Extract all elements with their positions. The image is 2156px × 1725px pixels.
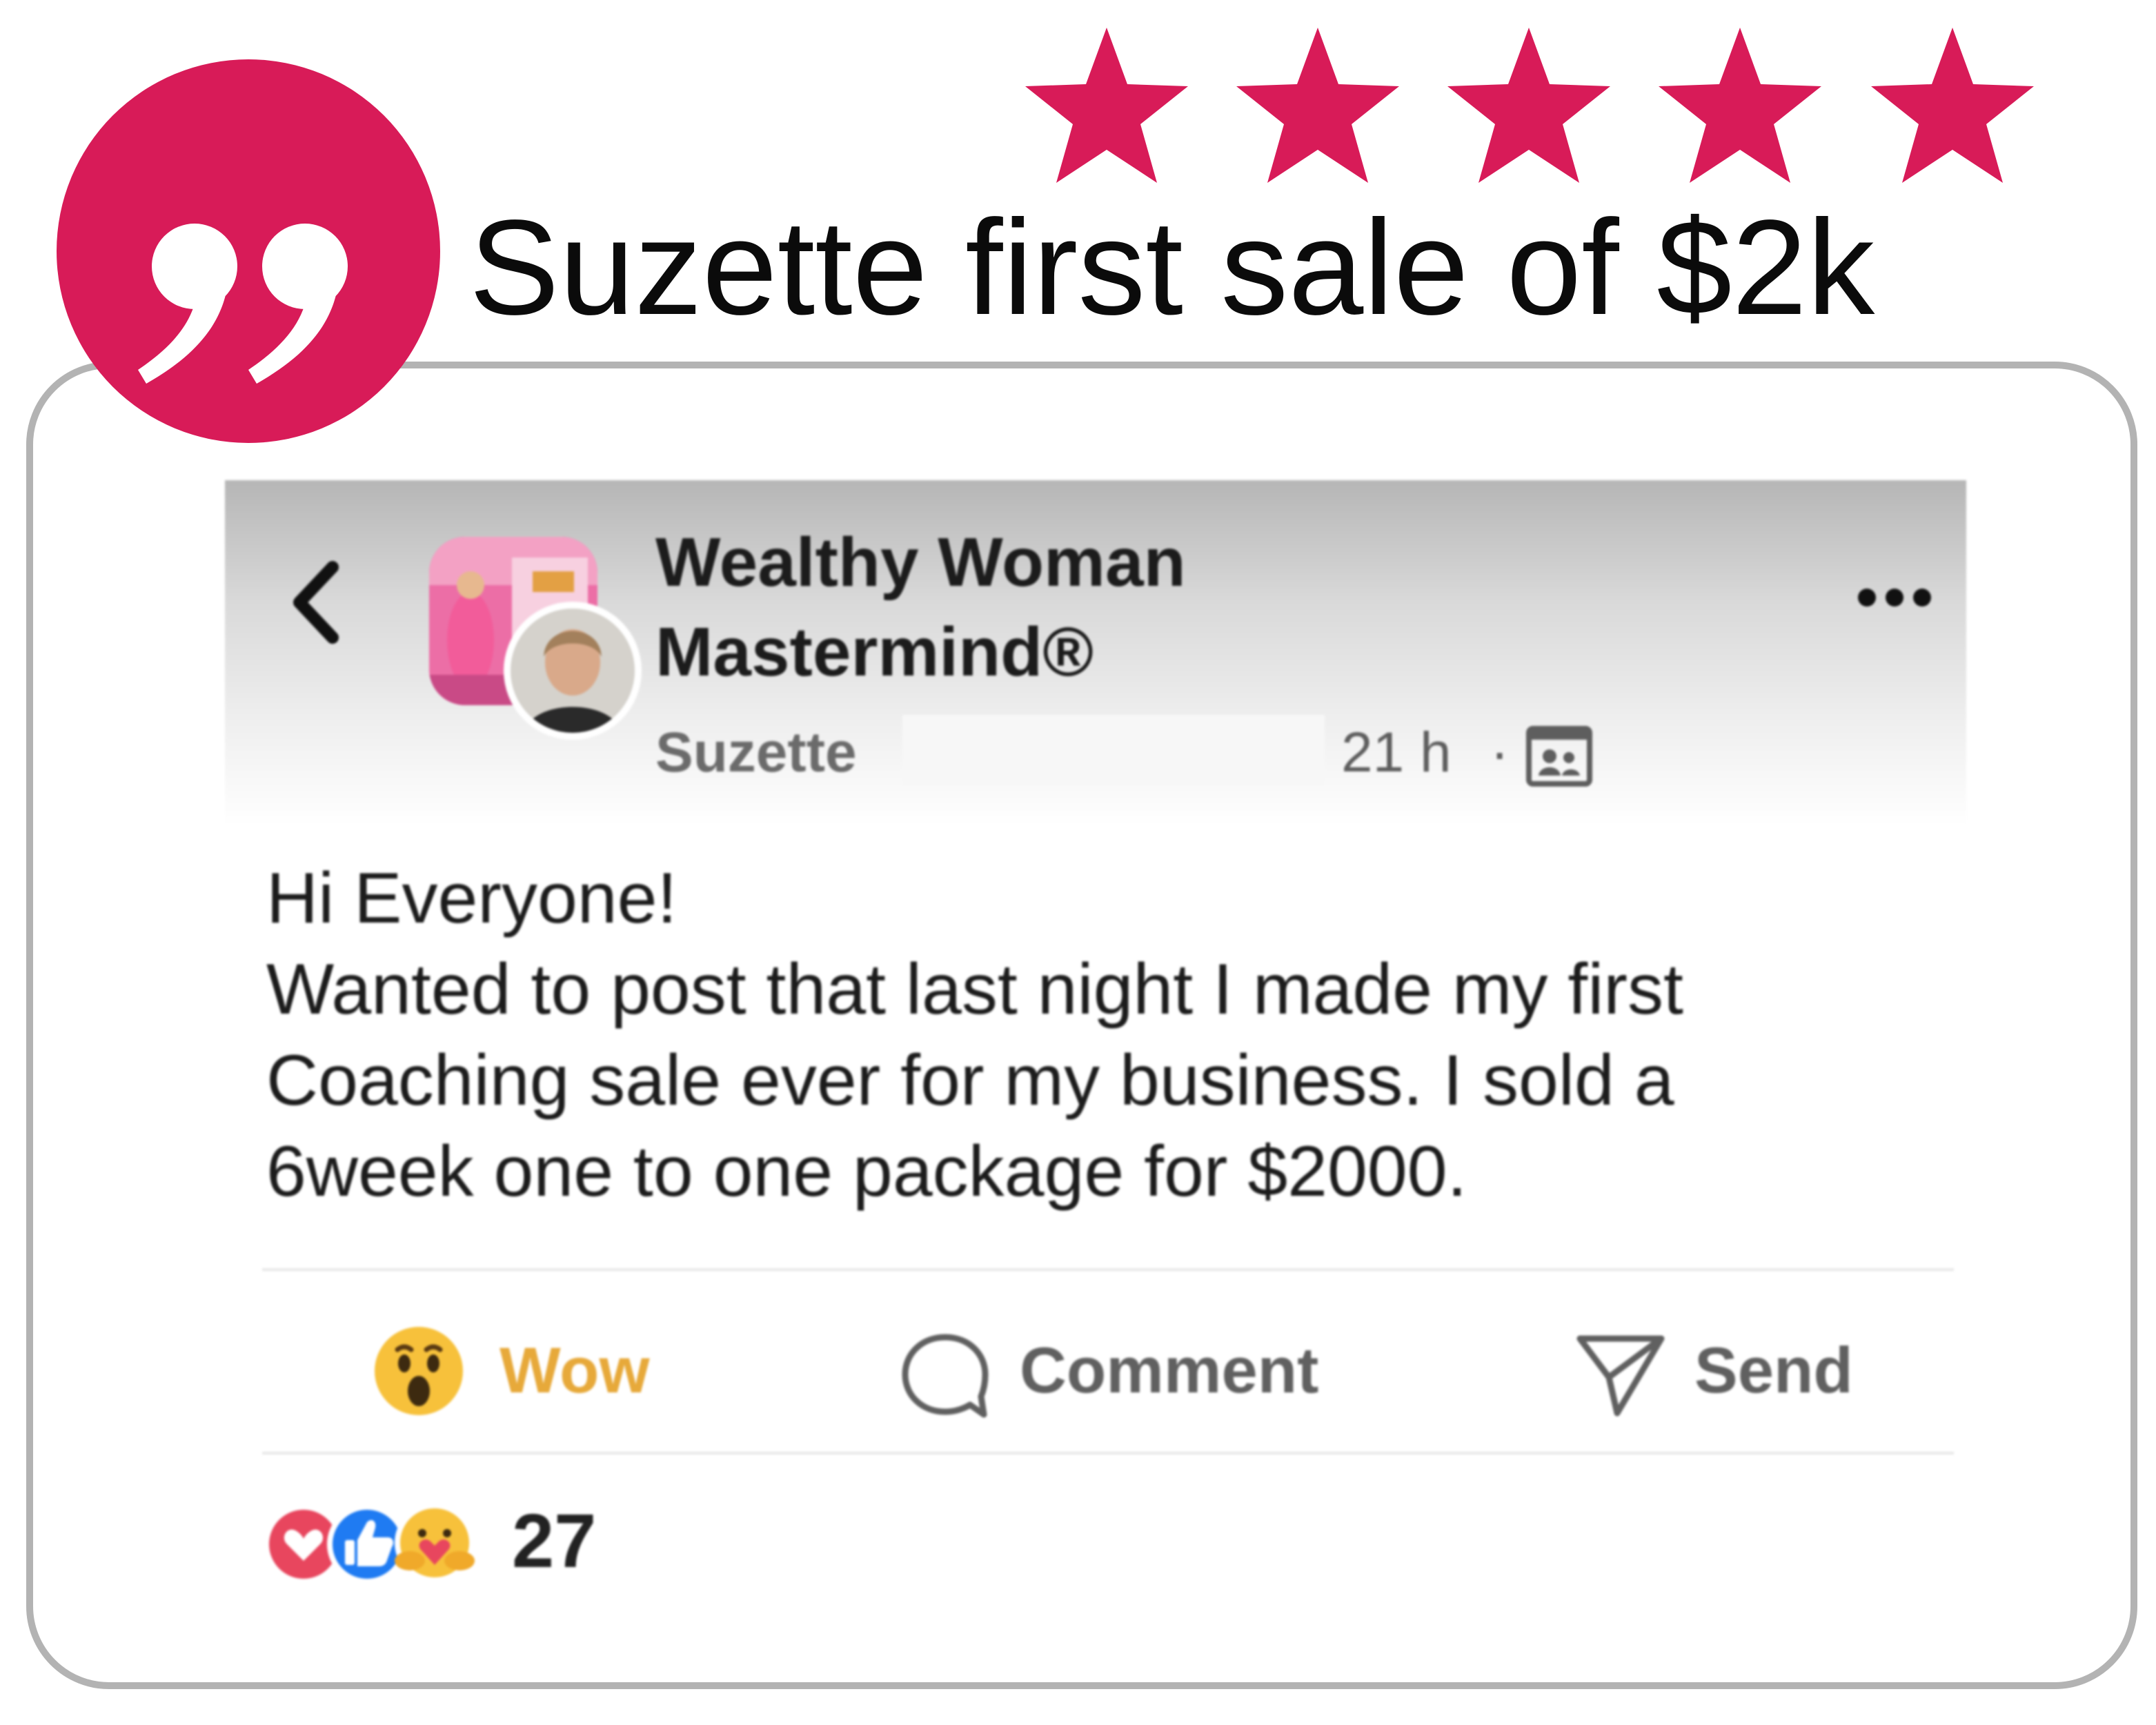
quote-marks-icon (138, 224, 348, 384)
post-body: Hi Everyone! Wanted to post that last ni… (266, 853, 1936, 1217)
post-meta: Suzette 21 h · (655, 715, 1828, 791)
star-icon (1871, 28, 2034, 183)
comment-label: Comment (1020, 1334, 1319, 1406)
post-body-line: Coaching sale ever for my business. I so… (266, 1041, 1674, 1121)
star-icon (1659, 28, 1821, 183)
redacted-surname (902, 715, 1325, 785)
group-audience-icon (1526, 726, 1592, 787)
wow-label: Wow (500, 1334, 650, 1406)
group-name-line: Mastermind® (655, 613, 1094, 691)
send-arrow-icon (1576, 1335, 1665, 1417)
post-header: Wealthy Woman Mastermind® Suzette 21 h · (225, 480, 1966, 825)
testimonial-headline: Suzette first sale of $2k (469, 192, 1875, 343)
like-icon (327, 1504, 407, 1584)
post-body-line: 6week one to one package for $2000. (266, 1132, 1467, 1212)
divider (262, 1452, 1954, 1455)
wow-reaction-button[interactable]: Wow (373, 1301, 662, 1439)
group-name[interactable]: Wealthy Woman Mastermind® (655, 518, 1414, 697)
reaction-icons (264, 1497, 491, 1587)
star-icon (1447, 28, 1610, 183)
author-name[interactable]: Suzette (655, 715, 857, 791)
post-body-line: Hi Everyone! (266, 858, 678, 938)
comment-bubble-icon (902, 1334, 989, 1418)
rating-stars (1021, 21, 2042, 186)
divider (262, 1268, 1954, 1271)
reactions-summary[interactable]: 27 (264, 1493, 815, 1590)
meta-separator: · (1490, 721, 1510, 784)
quote-badge (57, 59, 440, 443)
wow-emoji-icon (375, 1327, 463, 1415)
star-icon (1025, 28, 1188, 183)
group-name-line: Wealthy Woman (655, 524, 1186, 601)
facebook-post: Wealthy Woman Mastermind® Suzette 21 h · (225, 480, 1966, 1605)
send-label: Send (1694, 1334, 1853, 1406)
care-icon (395, 1503, 475, 1583)
comment-button[interactable]: Comment (900, 1301, 1341, 1439)
more-horizontal-icon[interactable] (1853, 584, 1936, 611)
post-body-line: Wanted to post that last night I made my… (266, 949, 1683, 1029)
send-button[interactable]: Send (1574, 1301, 1892, 1439)
chevron-left-icon[interactable] (283, 558, 352, 647)
post-timestamp[interactable]: 21 h (1341, 715, 1452, 791)
reaction-count: 27 (512, 1499, 597, 1584)
post-actions: Wow Comment Send (225, 1301, 1966, 1439)
avatar[interactable] (504, 602, 642, 740)
star-icon (1236, 28, 1399, 183)
